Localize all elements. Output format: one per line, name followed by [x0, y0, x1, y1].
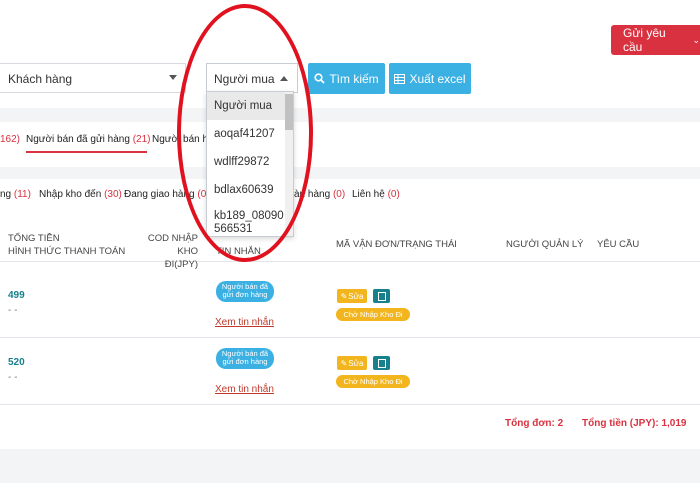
column-header-manager: NGƯỜI QUẢN LÝ	[506, 239, 584, 250]
table-row: 499 - - Người bán đã gửi đơn hàng Xem ti…	[0, 272, 700, 338]
copy-button[interactable]	[373, 356, 390, 370]
status-filter[interactable]: Liên hệ (0)	[352, 189, 400, 200]
chevron-down-icon: ⌄	[692, 34, 700, 45]
total-orders: Tổng đơn: 2	[505, 418, 564, 429]
header-line: TỔNG TIỀN	[8, 233, 60, 244]
edit-button[interactable]: ✎ Sửa	[337, 289, 367, 303]
caret-down-icon	[169, 75, 177, 80]
status-label: ng	[0, 189, 12, 200]
header-line: KHO ĐI(JPY)	[164, 246, 198, 270]
row-payment: - -	[8, 372, 18, 383]
column-header-total: TỔNG TIỀN HÌNH THỨC THANH TOÁN	[8, 232, 125, 258]
status-label: Liên hệ	[352, 189, 385, 200]
edit-icon: ✎	[340, 291, 348, 301]
tab-count: (21)	[132, 134, 151, 145]
edit-icon: ✎	[340, 358, 348, 368]
row-payment: - -	[8, 305, 18, 316]
tab-seller-shipped[interactable]: Người bán đã gửi hàng (21)	[26, 134, 150, 145]
edit-button-label: Sửa	[348, 358, 364, 368]
search-icon	[314, 73, 325, 84]
header-line: HÌNH THỨC THANH TOÁN	[8, 246, 126, 257]
status-badge-line: gửi đơn hàng	[222, 357, 268, 366]
status-filter[interactable]: ng (11)	[0, 189, 31, 200]
export-excel-label: Xuất excel	[409, 71, 466, 86]
highlight-circle	[177, 4, 313, 262]
status-badge-line: gửi đơn hàng	[222, 290, 268, 299]
tab-all[interactable]: 162)	[0, 134, 20, 145]
status-count: (0)	[387, 189, 400, 200]
top-bar: Gửi yêu cầu ⌄	[0, 0, 700, 58]
tracking-status-badge: Chờ Nhập Kho Đi	[336, 308, 410, 321]
total-amount: Tổng tiền (JPY): 1,019	[582, 418, 687, 429]
customer-select[interactable]: Khách hàng	[0, 63, 186, 93]
table-row: 520 - - Người bán đã gửi đơn hàng Xem ti…	[0, 339, 700, 405]
status-label: Nhập kho đến	[39, 189, 102, 200]
column-header-request: YÊU CẦU	[597, 239, 640, 250]
footer-band	[0, 449, 700, 483]
active-tab-indicator	[26, 151, 147, 153]
send-request-button[interactable]: Gửi yêu cầu ⌄	[611, 25, 700, 55]
status-filters: ng (11) Nhập kho đến (30) Đang giao hàng…	[0, 182, 700, 210]
row-amount: 520	[8, 357, 25, 368]
copy-button[interactable]	[373, 289, 390, 303]
status-badge: Người bán đã gửi đơn hàng	[216, 348, 274, 369]
customer-select-value: Khách hàng	[8, 72, 73, 86]
column-header-tracking: MÃ VẬN ĐƠN/TRẠNG THÁI	[336, 239, 457, 250]
table-header: TỔNG TIỀN HÌNH THỨC THANH TOÁN COD NHẬP …	[0, 226, 700, 270]
send-request-label: Gửi yêu cầu	[623, 26, 666, 54]
order-tabs: 162) Người bán đã gửi hàng (21) Người bá…	[0, 122, 700, 154]
status-count: (0)	[332, 189, 346, 200]
status-filter[interactable]: Nhập kho đến (30)	[39, 189, 122, 200]
edit-button[interactable]: ✎ Sửa	[337, 356, 367, 370]
search-button[interactable]: Tìm kiếm	[308, 63, 385, 94]
search-button-label: Tìm kiếm	[329, 71, 379, 86]
view-messages-link[interactable]: Xem tin nhắn	[215, 384, 274, 395]
tab-label: Người bán đã gửi hàng	[26, 134, 130, 145]
table-icon	[394, 73, 406, 84]
filter-row: Khách hàng Người mua Tìm kiếm Xuất excel	[0, 60, 700, 100]
edit-button-label: Sửa	[348, 291, 364, 301]
tab-count: 162)	[0, 134, 21, 145]
status-count: (11)	[13, 189, 31, 200]
section-divider	[0, 108, 700, 122]
tracking-status-badge: Chờ Nhập Kho Đi	[336, 375, 410, 388]
section-divider	[0, 167, 700, 179]
status-badge: Người bán đã gửi đơn hàng	[216, 281, 274, 302]
view-messages-link[interactable]: Xem tin nhắn	[215, 317, 274, 328]
header-line: COD NHẬP	[147, 233, 198, 244]
row-amount: 499	[8, 290, 25, 301]
column-header-cod: COD NHẬP KHO ĐI(JPY)	[143, 232, 198, 271]
status-count: (30)	[104, 189, 122, 200]
export-excel-button[interactable]: Xuất excel	[389, 63, 471, 94]
